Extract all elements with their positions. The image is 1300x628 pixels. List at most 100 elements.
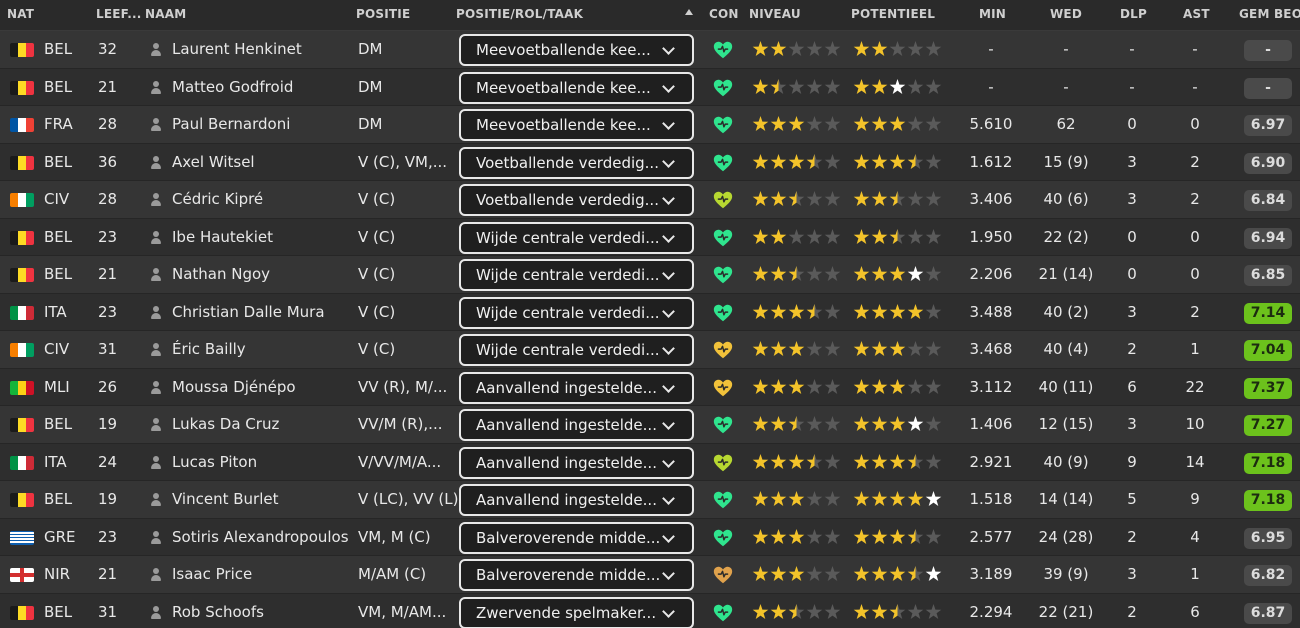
role-dropdown[interactable]: Balveroverende midde... (459, 559, 694, 591)
person-icon (150, 380, 162, 394)
player-nationality: GRE (44, 527, 76, 546)
goals: 0 (1127, 115, 1137, 133)
condition-heart-icon (712, 302, 734, 324)
condition-heart-icon (712, 152, 734, 174)
col-min-header[interactable]: MIN (979, 0, 1006, 31)
flag-icon (10, 530, 34, 545)
player-name[interactable]: Rob Schoofs (172, 594, 264, 628)
role-dropdown[interactable]: Balveroverende midde... (459, 521, 694, 554)
role-dropdown[interactable]: Aanvallend ingestelde... (459, 446, 694, 479)
role-dropdown[interactable]: Wijde centrale verdedi... (459, 296, 694, 329)
person-icon (150, 193, 162, 206)
role-dropdown[interactable]: Wijde centrale verdedi... (459, 259, 694, 291)
minutes-played: 3.112 (969, 377, 1013, 396)
table-row[interactable]: BEL 32 Laurent Henkinet DM Meevoetballende k… (0, 31, 1300, 69)
condition-heart-icon (712, 564, 734, 586)
col-ast-header[interactable]: AST (1183, 0, 1210, 31)
player-name[interactable]: Isaac Price (172, 556, 252, 593)
player-age: 28 (98, 190, 118, 208)
table-row[interactable]: BEL 23 Ibe Hautekiet V (C) Wijde centrale ve… (0, 218, 1300, 256)
role-dropdown-label: Wijde centrale verdedi... (476, 228, 660, 247)
table-row[interactable]: BEL 19 Vincent Burlet V (LC), VV (L) Aanvall… (0, 481, 1300, 519)
col-rating-header[interactable]: GEM BEO (1239, 0, 1300, 31)
assists: 22 (1185, 377, 1205, 396)
table-row[interactable]: NIR 21 Isaac Price M/AM (C) Balveroverende m… (0, 556, 1300, 594)
player-position: V (C) (358, 227, 396, 246)
col-position-header[interactable]: POSITIE (356, 0, 410, 31)
player-name[interactable]: Christian Dalle Mura (172, 294, 325, 331)
col-level-header[interactable]: NIVEAU (749, 0, 801, 31)
col-name-header[interactable]: NAAM (145, 0, 186, 31)
role-dropdown-label: Aanvallend ingestelde... (476, 416, 657, 434)
player-name[interactable]: Éric Bailly (172, 331, 246, 368)
col-con-header[interactable]: CON (709, 0, 739, 31)
role-dropdown[interactable]: Meevoetballende kee... (459, 109, 694, 141)
flag-icon (10, 193, 34, 207)
person-icon (150, 155, 162, 169)
goals: 3 (1127, 565, 1137, 583)
assists: 0 (1190, 265, 1200, 283)
average-rating-badge: 7.18 (1244, 490, 1292, 511)
table-row[interactable]: MLI 26 Moussa Djénépo VV (R), M/... Aanvalle… (0, 368, 1300, 406)
flag-icon (10, 568, 34, 582)
role-dropdown[interactable]: Aanvallend ingestelde... (459, 409, 694, 441)
player-position: V (C) (358, 340, 396, 358)
potential-ability-stars (853, 451, 943, 473)
table-row[interactable]: ITA 24 Lucas Piton V/VV/M/A... Aanvallend in… (0, 443, 1300, 481)
person-icon (150, 118, 162, 131)
player-age: 28 (98, 115, 118, 133)
col-wed-header[interactable]: WED (1050, 0, 1082, 31)
average-rating-badge: - (1244, 40, 1292, 61)
role-dropdown[interactable]: Aanvallend ingestelde... (459, 371, 694, 404)
table-row[interactable]: FRA 28 Paul Bernardoni DM Meevoetballende ke… (0, 106, 1300, 144)
player-name[interactable]: Ibe Hautekiet (172, 219, 273, 256)
table-row[interactable]: BEL 36 Axel Witsel V (C), VM,... Voetballend… (0, 143, 1300, 181)
player-nationality: BEL (44, 490, 73, 508)
player-name[interactable]: Vincent Burlet (172, 481, 278, 518)
chevron-down-icon (662, 79, 675, 93)
table-row[interactable]: CIV 31 Éric Bailly V (C) Wijde centrale verd… (0, 331, 1300, 369)
role-dropdown[interactable]: Zwervende spelmaker... (459, 596, 694, 628)
col-nat-header[interactable]: NAT (7, 0, 34, 31)
col-potential-header[interactable]: POTENTIEEL (851, 0, 935, 31)
role-dropdown[interactable]: Wijde centrale verdedi... (459, 221, 694, 254)
condition-heart-icon (712, 414, 734, 436)
table-row[interactable]: BEL 21 Nathan Ngoy V (C) Wijde centrale verd… (0, 256, 1300, 294)
flag-icon (10, 155, 34, 170)
table-row[interactable]: ITA 23 Christian Dalle Mura V (C) Wijde cent… (0, 293, 1300, 331)
role-dropdown[interactable]: Voetballende verdedig... (459, 146, 694, 179)
table-row[interactable]: BEL 31 Rob Schoofs VM, M/AM... Zwervende spe… (0, 593, 1300, 628)
role-dropdown-label: Aanvallend ingestelde... (476, 378, 657, 397)
role-dropdown-label: Zwervende spelmaker... (476, 603, 657, 622)
player-name[interactable]: Lukas Da Cruz (172, 406, 279, 443)
condition-heart-icon (712, 377, 734, 399)
col-age-header[interactable]: LEEF... (96, 0, 142, 31)
table-row[interactable]: BEL 21 Matteo Godfroid DM Meevoetballende ke… (0, 68, 1300, 106)
player-name[interactable]: Matteo Godfroid (172, 69, 293, 106)
player-name[interactable]: Cédric Kipré (172, 181, 263, 218)
table-row[interactable]: CIV 28 Cédric Kipré V (C) Voetballende verde… (0, 181, 1300, 219)
matches-played: 22 (2) (1043, 227, 1089, 246)
player-name[interactable]: Lucas Piton (172, 444, 257, 481)
player-name[interactable]: Moussa Djénépo (172, 369, 296, 406)
col-dlp-header[interactable]: DLP (1120, 0, 1147, 31)
current-ability-stars (752, 376, 842, 398)
role-dropdown[interactable]: Wijde centrale verdedi... (459, 334, 694, 366)
role-dropdown[interactable]: Meevoetballende kee... (459, 34, 694, 66)
table-row[interactable]: BEL 19 Lukas Da Cruz VV/M (R),... Aanvallend… (0, 406, 1300, 444)
role-dropdown[interactable]: Meevoetballende kee... (459, 71, 694, 104)
col-role-header[interactable]: POSITIE/ROL/TAAK (456, 0, 583, 31)
player-name[interactable]: Laurent Henkinet (172, 31, 302, 68)
assists: 1 (1190, 340, 1200, 358)
player-name[interactable]: Nathan Ngoy (172, 256, 270, 293)
player-position: V (C), VM,... (358, 152, 448, 171)
role-dropdown[interactable]: Voetballende verdedig... (459, 184, 694, 216)
role-dropdown[interactable]: Aanvallend ingestelde... (459, 484, 694, 516)
player-name[interactable]: Paul Bernardoni (172, 106, 290, 143)
average-rating-badge: 6.85 (1244, 265, 1292, 286)
player-name[interactable]: Sotiris Alexandropoulos (172, 519, 349, 556)
table-row[interactable]: GRE 23 Sotiris Alexandropoulos VM, M (C) Bal… (0, 518, 1300, 556)
assists: 0 (1190, 227, 1200, 246)
person-icon (150, 80, 162, 94)
player-name[interactable]: Axel Witsel (172, 144, 255, 181)
